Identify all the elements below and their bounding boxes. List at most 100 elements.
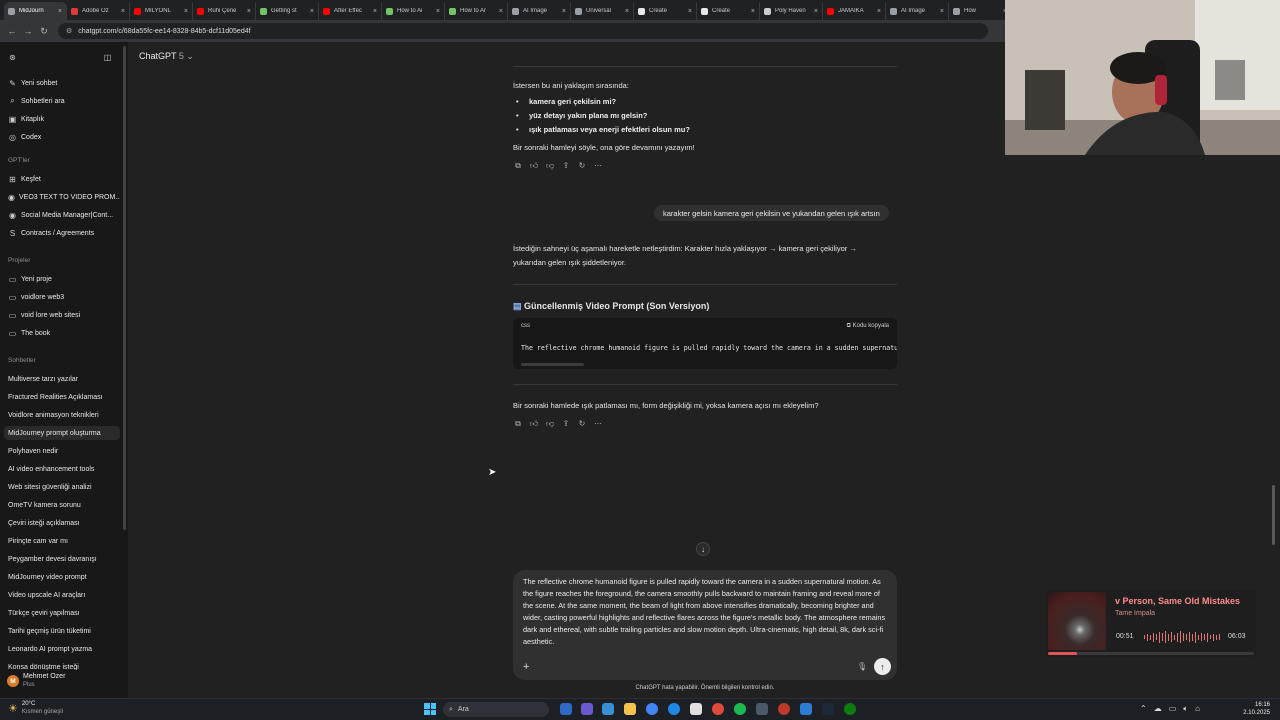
sidebar-item-chat[interactable]: Leonardo AI prompt yazma xyxy=(8,642,120,656)
thumbs-down-icon[interactable]: 👎︎ xyxy=(545,161,555,171)
close-tab-icon[interactable]: × xyxy=(310,8,314,15)
browser-tab[interactable]: AI Image × xyxy=(886,2,949,20)
weather-widget[interactable]: ☀ 20°C Kısmen güneşli xyxy=(8,700,63,716)
thumbs-down-icon[interactable]: 👎︎ xyxy=(545,419,555,429)
clock[interactable]: 16:16 2.10.2025 xyxy=(1236,701,1270,717)
browser-tab[interactable]: Universal × xyxy=(571,2,634,20)
thumbs-up-icon[interactable]: 👍︎ xyxy=(529,419,539,429)
sidebar-item-chat[interactable]: Tarihi geçmiş ürün tüketimi xyxy=(8,624,120,638)
close-tab-icon[interactable]: × xyxy=(940,8,944,15)
browser-tab[interactable]: AI Image × xyxy=(508,2,571,20)
close-tab-icon[interactable]: × xyxy=(751,8,755,15)
sidebar-item-chat[interactable]: MidJourney video prompt xyxy=(8,570,120,584)
openai-logo-icon[interactable]: ⊛ xyxy=(8,50,28,64)
xbox-icon[interactable] xyxy=(844,703,856,715)
task-view-icon[interactable] xyxy=(560,703,572,715)
sidebar-item-chat[interactable]: OmeTV kamera sorunu xyxy=(8,498,120,512)
chrome-icon[interactable] xyxy=(646,703,658,715)
sidebar-toggle-icon[interactable]: ◫ xyxy=(103,50,117,64)
store-icon[interactable] xyxy=(690,703,702,715)
browser-tab[interactable]: Create × xyxy=(697,2,760,20)
network-icon[interactable]: ⌂ xyxy=(1195,704,1200,714)
sidebar-item-chat[interactable]: Polyhaven nedir xyxy=(8,444,120,458)
volume-icon[interactable]: 🔈︎ xyxy=(1183,704,1188,714)
page-scrollbar[interactable] xyxy=(1272,485,1275,545)
sidebar-item-chat[interactable]: Pirinçte cam var mı xyxy=(8,534,120,548)
windows-start-icon[interactable] xyxy=(424,703,436,715)
sidebar-item-chat[interactable]: AI video enhancement tools xyxy=(8,462,120,476)
sidebar-item-chat[interactable]: Fractured Realities Açıklaması xyxy=(8,390,120,404)
sidebar-item-chat[interactable]: MidJourney prompt oluşturma xyxy=(4,426,120,440)
forward-icon[interactable]: → xyxy=(20,23,36,39)
app-icon[interactable] xyxy=(756,703,768,715)
sidebar-item-gpt[interactable]: ⊞ Keşfet xyxy=(8,172,120,186)
sidebar-item-project[interactable]: ▭ void lore web sitesi xyxy=(8,308,120,322)
browser-tab[interactable]: MidJourn × xyxy=(4,2,67,20)
share-icon[interactable]: ⇪ xyxy=(561,419,571,429)
close-tab-icon[interactable]: × xyxy=(688,8,692,15)
prompt-input[interactable]: The reflective chrome humanoid figure is… xyxy=(523,576,891,648)
sidebar-item-top[interactable]: ✎ Yeni sohbet xyxy=(8,76,120,90)
file-explorer-icon[interactable] xyxy=(624,703,636,715)
browser-tab[interactable]: How to Ai × xyxy=(382,2,445,20)
browser-tab[interactable]: Ruhi Çene × xyxy=(193,2,256,20)
copy-icon[interactable]: ⧉ xyxy=(513,419,523,429)
teams-icon[interactable] xyxy=(581,703,593,715)
cloud-icon[interactable]: ☁ xyxy=(1154,704,1162,714)
sidebar-item-top[interactable]: ▣ Kitaplık xyxy=(8,112,120,126)
close-tab-icon[interactable]: × xyxy=(499,8,503,15)
sidebar-item-chat[interactable]: Web sitesi güvenliği analizi xyxy=(8,480,120,494)
browser-tab[interactable]: How to Ar × xyxy=(445,2,508,20)
battery-icon[interactable]: ▭ xyxy=(1169,704,1177,714)
microphone-icon[interactable]: 🎙︎ xyxy=(857,662,867,671)
sidebar-item-project[interactable]: ▭ Yeni proje xyxy=(8,272,120,286)
address-bar[interactable]: ⚙ chatgpt.com/c/68da55fc-ee14-8328-84b5-… xyxy=(58,23,988,39)
close-tab-icon[interactable]: × xyxy=(373,8,377,15)
browser-tab[interactable]: After Effec × xyxy=(319,2,382,20)
browser-tab[interactable]: Getting st × xyxy=(256,2,319,20)
close-tab-icon[interactable]: × xyxy=(877,8,881,15)
sidebar-item-project[interactable]: ▭ voidlore web3 xyxy=(8,290,120,304)
browser-tab[interactable]: Adobe Öz × xyxy=(67,2,130,20)
sidebar-item-chat[interactable]: Multiverse tarzı yazılar xyxy=(8,372,120,386)
edge-icon[interactable] xyxy=(602,703,614,715)
browser-tab[interactable]: Poly Haven × xyxy=(760,2,823,20)
site-info-icon[interactable]: ⚙ xyxy=(66,27,72,35)
thumbs-up-icon[interactable]: 👍︎ xyxy=(529,161,539,171)
copy-icon[interactable]: ⧉ xyxy=(513,161,523,171)
media-widget[interactable]: v Person, Same Old Mistakes Tame Impala … xyxy=(1046,590,1256,657)
plus-icon[interactable]: + xyxy=(523,661,529,673)
browser-tab[interactable]: How× xyxy=(949,2,1005,20)
sidebar-scrollbar[interactable] xyxy=(123,46,126,530)
sidebar-item-gpt[interactable]: S Contracts / Agreements xyxy=(8,226,120,240)
more-icon[interactable]: ⋯ xyxy=(593,161,603,171)
regenerate-icon[interactable]: ↻ xyxy=(577,161,587,171)
song-progress[interactable] xyxy=(1048,652,1254,655)
close-tab-icon[interactable]: × xyxy=(436,8,440,15)
close-tab-icon[interactable]: × xyxy=(184,8,188,15)
app-icon[interactable] xyxy=(778,703,790,715)
close-tab-icon[interactable]: × xyxy=(625,8,629,15)
spotify-icon[interactable] xyxy=(734,703,746,715)
back-icon[interactable]: ← xyxy=(4,23,20,39)
close-tab-icon[interactable]: × xyxy=(121,8,125,15)
sidebar-item-chat[interactable]: Peygamber devesi davranışı xyxy=(8,552,120,566)
sidebar-item-gpt[interactable]: ◉ Social Media Manager|Cont... xyxy=(8,208,120,222)
model-selector[interactable]: ChatGPT 5 ⌄ xyxy=(139,51,194,62)
composer[interactable]: The reflective chrome humanoid figure is… xyxy=(513,570,897,680)
code-scrollbar[interactable] xyxy=(521,363,584,366)
copy-code-button[interactable]: ⧉ Kodu kopyala xyxy=(847,323,889,330)
app-icon[interactable] xyxy=(712,703,724,715)
close-tab-icon[interactable]: × xyxy=(247,8,251,15)
sidebar-item-gpt[interactable]: ◉ VEO3 TEXT TO VIDEO PROM... xyxy=(8,190,120,204)
close-tab-icon[interactable]: × xyxy=(814,8,818,15)
sidebar-item-project[interactable]: ▭ The book xyxy=(8,326,120,340)
browser-tab[interactable]: JAMAİKA × xyxy=(823,2,886,20)
close-tab-icon[interactable]: × xyxy=(562,8,566,15)
share-icon[interactable]: ⇪ xyxy=(561,161,571,171)
sidebar-item-top[interactable]: ◎ Codex xyxy=(8,130,120,144)
steam-icon[interactable] xyxy=(822,703,834,715)
sidebar-item-chat[interactable]: Çeviri isteği açıklaması xyxy=(8,516,120,530)
scroll-down-button[interactable]: ↓ xyxy=(696,542,710,556)
taskbar-search[interactable]: ⌕ Ara xyxy=(443,702,549,717)
